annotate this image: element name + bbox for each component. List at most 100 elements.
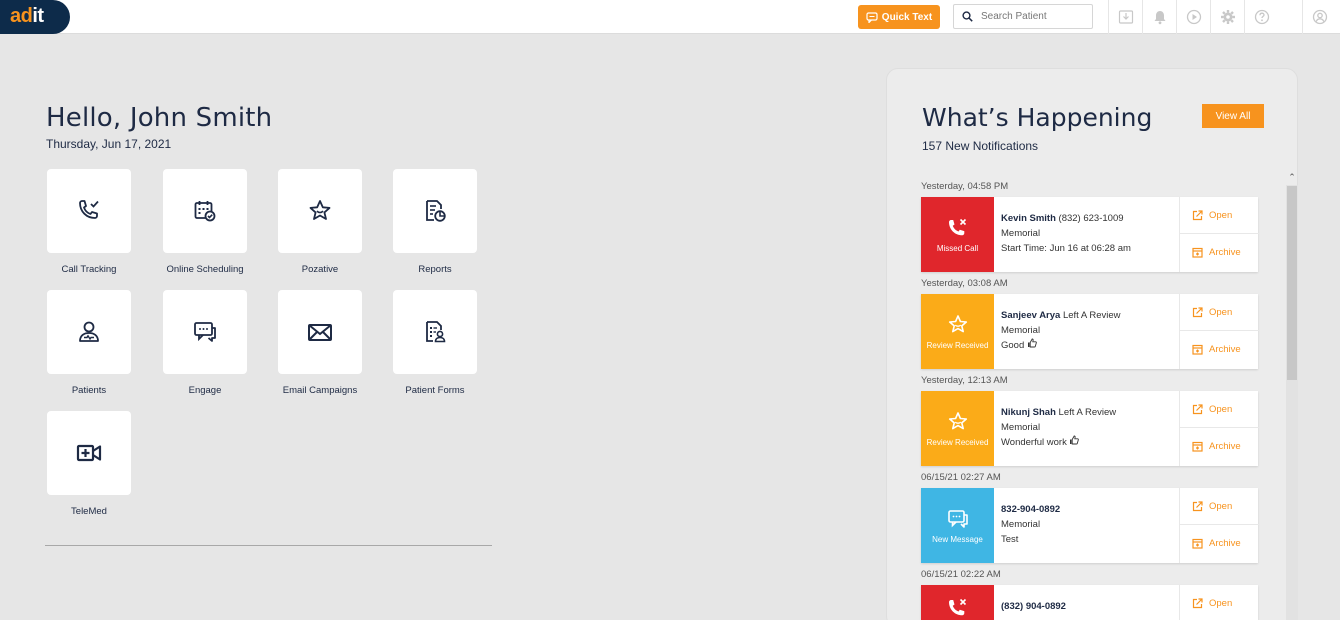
envelope-icon xyxy=(308,324,332,341)
star-icon xyxy=(948,411,967,429)
archive-button[interactable]: Archive xyxy=(1180,331,1259,368)
message-text: Test xyxy=(1001,534,1019,545)
tile-telemed[interactable] xyxy=(47,411,131,495)
notification-card[interactable]: Missed Call Kevin Smith (832) 623-1009 M… xyxy=(921,197,1259,272)
notification-time: Yesterday, 12:13 AM xyxy=(921,375,1008,386)
tile-email-campaigns[interactable] xyxy=(278,290,362,374)
missed-call-icon xyxy=(948,598,966,616)
archive-label: Archive xyxy=(1209,247,1241,258)
user-icon[interactable] xyxy=(1302,0,1336,34)
bell-icon[interactable] xyxy=(1142,0,1176,34)
open-button[interactable]: Open xyxy=(1180,391,1259,428)
scroll-up-arrow-icon[interactable]: ⌃ xyxy=(1287,172,1297,183)
notification-body: (832) 904-0892 xyxy=(1001,599,1179,614)
open-icon xyxy=(1192,500,1203,511)
notification-body: 832-904-0892 Memorial Test xyxy=(1001,502,1179,547)
missed-call-icon xyxy=(948,218,966,235)
open-button[interactable]: Open xyxy=(1180,294,1259,331)
open-label: Open xyxy=(1209,598,1233,609)
logo-text-accent: it xyxy=(32,5,44,27)
open-label: Open xyxy=(1209,403,1233,415)
gear-icon[interactable] xyxy=(1210,0,1244,34)
missed-call-badge xyxy=(921,585,994,620)
tile-pozative[interactable] xyxy=(278,169,362,253)
card-actions: Open Archive xyxy=(1179,391,1259,466)
greeting-date: Thursday, Jun 17, 2021 xyxy=(46,137,172,151)
archive-button[interactable]: Archive xyxy=(1180,428,1259,465)
location: Memorial xyxy=(1001,422,1041,433)
badge-label: Review Received xyxy=(926,437,989,447)
tile-online-scheduling[interactable] xyxy=(163,169,247,253)
location: Memorial xyxy=(1001,519,1041,530)
review-received-badge: Review Received xyxy=(921,391,994,466)
badge-label: Missed Call xyxy=(936,243,979,253)
notification-time: 06/15/21 02:27 AM xyxy=(921,472,1001,483)
contact-name: Kevin Smith xyxy=(1001,213,1056,224)
scrollbar-thumb[interactable] xyxy=(1287,186,1297,380)
star-icon xyxy=(948,314,967,332)
archive-label: Archive xyxy=(1209,538,1241,549)
tile-label-email-campaigns: Email Campaigns xyxy=(282,385,358,396)
open-icon xyxy=(1192,209,1203,220)
notification-time: 06/15/21 02:22 AM xyxy=(921,569,1001,580)
call-tracking-icon xyxy=(79,200,99,219)
section-divider xyxy=(45,545,492,546)
review-text: Good xyxy=(1001,340,1025,351)
quick-text-button[interactable]: Quick Text xyxy=(858,5,940,29)
tile-call-tracking[interactable] xyxy=(47,169,131,253)
quick-text-label: Quick Text xyxy=(881,11,933,23)
tile-label-engage: Engage xyxy=(188,385,222,396)
notification-time: Yesterday, 03:08 AM xyxy=(921,278,1008,289)
contact-detail: (832) 623-1009 xyxy=(1055,213,1124,224)
archive-label: Archive xyxy=(1209,441,1241,452)
archive-icon xyxy=(1192,344,1203,355)
chat-icon xyxy=(947,509,968,528)
contact-name: (832) 904-0892 xyxy=(1001,601,1066,612)
notification-body: Sanjeev Arya Left A Review Memorial Good xyxy=(1001,308,1179,353)
thumbs-up-icon xyxy=(1070,435,1080,445)
help-icon[interactable] xyxy=(1244,0,1278,34)
card-actions: Open xyxy=(1179,585,1258,620)
archive-icon xyxy=(1192,441,1203,452)
open-label: Open xyxy=(1209,209,1233,221)
top-bar: adit Quick Text xyxy=(0,0,1340,34)
download-icon[interactable] xyxy=(1108,0,1142,34)
play-icon[interactable] xyxy=(1176,0,1210,34)
search-input[interactable] xyxy=(981,11,1081,22)
archive-button[interactable]: Archive xyxy=(1180,525,1259,562)
tile-patients[interactable] xyxy=(47,290,131,374)
form-icon xyxy=(426,321,446,343)
adit-logo[interactable]: adit xyxy=(0,0,70,34)
notification-card[interactable]: (832) 904-0892 Open xyxy=(921,585,1258,620)
archive-button[interactable]: Archive xyxy=(1180,234,1259,271)
notification-body: Kevin Smith (832) 623-1009 Memorial Star… xyxy=(1001,211,1179,256)
card-actions: Open Archive xyxy=(1179,197,1259,272)
notification-count: 157 New Notifications xyxy=(922,139,1039,153)
search-box[interactable] xyxy=(953,4,1093,29)
location: Memorial xyxy=(1001,228,1041,239)
contact-name: 832-904-0892 xyxy=(1001,504,1061,515)
tile-patient-forms[interactable] xyxy=(393,290,477,374)
report-icon xyxy=(426,200,446,222)
notification-card[interactable]: Review Received Nikunj Shah Left A Revie… xyxy=(921,391,1259,466)
tile-label-call-tracking: Call Tracking xyxy=(61,264,117,275)
notification-card[interactable]: Review Received Sanjeev Arya Left A Revi… xyxy=(921,294,1259,369)
open-label: Open xyxy=(1209,500,1233,512)
notification-card[interactable]: New Message 832-904-0892 Memorial Test O… xyxy=(921,488,1259,563)
open-button[interactable]: Open xyxy=(1180,197,1259,234)
patient-icon xyxy=(79,321,99,342)
video-icon xyxy=(76,444,102,462)
notification-body: Nikunj Shah Left A Review Memorial Wonde… xyxy=(1001,405,1179,450)
badge-label: Review Received xyxy=(926,340,989,350)
new-message-badge: New Message xyxy=(921,488,994,563)
location: Memorial xyxy=(1001,325,1041,336)
open-button[interactable]: Open xyxy=(1180,488,1259,525)
chat-bubble-icon xyxy=(866,11,878,23)
open-button[interactable]: Open xyxy=(1180,585,1259,620)
logo-text: ad xyxy=(10,5,33,27)
tile-engage[interactable] xyxy=(163,290,247,374)
tile-label-pozative: Pozative xyxy=(301,264,339,275)
archive-icon xyxy=(1192,538,1203,549)
tile-reports[interactable] xyxy=(393,169,477,253)
view-all-button[interactable]: View All xyxy=(1202,104,1264,128)
